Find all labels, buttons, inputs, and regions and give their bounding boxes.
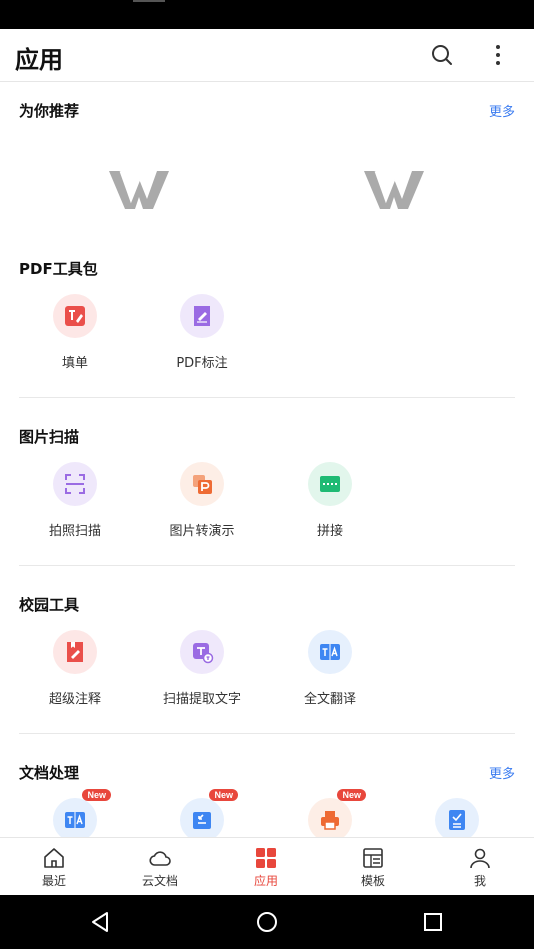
bottom-nav: 最近 云文档 应用 模板 我 <box>0 837 534 895</box>
recents-square-icon[interactable] <box>419 908 447 936</box>
tool-doc-export[interactable]: New <box>147 789 257 837</box>
fill-form-icon <box>65 306 85 326</box>
section-title-pdf: PDF工具包 <box>19 260 98 278</box>
page-title: 应用 <box>15 46 63 74</box>
nav-item-cloud-docs[interactable]: 云文档 <box>107 838 213 896</box>
recommend-more-link[interactable]: 更多 <box>489 101 515 120</box>
status-indicator <box>133 0 165 2</box>
system-nav-bar <box>0 895 534 949</box>
pdf-annotate-icon <box>194 306 210 326</box>
super-annotate-icon <box>67 642 83 662</box>
new-badge: New <box>82 789 111 801</box>
section-title-campus: 校园工具 <box>19 596 80 614</box>
printer-icon <box>321 811 339 830</box>
tool-scan-extract-text[interactable]: 扫描提取文字 <box>147 630 257 707</box>
back-icon[interactable] <box>87 908 115 936</box>
home-icon <box>44 848 64 868</box>
tool-image-to-slides[interactable]: 图片转演示 <box>147 462 257 539</box>
wps-logo-placeholder-icon[interactable] <box>362 167 426 213</box>
tool-doc-translate[interactable]: New <box>20 789 130 837</box>
section-title-scan: 图片扫描 <box>19 428 80 446</box>
status-bar <box>0 0 534 29</box>
tool-fill-form[interactable]: 填单 <box>20 294 130 371</box>
new-badge: New <box>337 789 366 801</box>
section-title-recommend: 为你推荐 <box>19 102 80 120</box>
app-bar: 应用 <box>0 29 534 82</box>
tool-stitch[interactable]: 拼接 <box>275 462 385 539</box>
home-circle-icon[interactable] <box>253 908 281 936</box>
tool-doc-check[interactable] <box>402 798 512 837</box>
pdf-section: PDF工具包 填单 PDF标注 <box>0 243 534 398</box>
wps-logo-placeholder-icon[interactable] <box>107 167 171 213</box>
tool-photo-scan[interactable]: 拍照扫描 <box>20 462 130 539</box>
template-icon <box>363 848 383 868</box>
recommend-section: 为你推荐 更多 <box>0 83 534 243</box>
tool-full-translate[interactable]: 全文翻译 <box>275 630 385 707</box>
nav-item-recent[interactable]: 最近 <box>1 838 107 896</box>
search-icon[interactable] <box>428 41 456 69</box>
translate-icon <box>65 812 85 828</box>
stitch-icon <box>320 476 340 492</box>
docs-more-link[interactable]: 更多 <box>489 763 515 782</box>
tool-pdf-annotate[interactable]: PDF标注 <box>147 294 257 371</box>
tool-super-annotate[interactable]: 超级注释 <box>20 630 130 707</box>
scan-extract-text-icon <box>193 643 214 664</box>
campus-section: 校园工具 超级注释 扫描提取文字 全文翻译 <box>0 566 534 734</box>
image-to-slides-icon <box>193 475 212 494</box>
apps-grid-icon <box>256 848 276 868</box>
app-content[interactable]: 为你推荐 更多 PDF工具包 填单 PDF标注 图片扫描 拍照扫描 图片转演示 … <box>0 83 534 837</box>
export-doc-icon <box>193 812 211 829</box>
translate-icon <box>320 644 340 660</box>
section-title-docs: 文档处理 <box>19 764 80 782</box>
photo-scan-icon <box>65 474 85 494</box>
tool-doc-print[interactable]: New <box>275 789 385 837</box>
docs-section: 文档处理 更多 New New New <box>0 734 534 837</box>
nav-item-templates[interactable]: 模板 <box>320 838 426 896</box>
doc-check-icon <box>449 810 465 830</box>
scan-section: 图片扫描 拍照扫描 图片转演示 拼接 <box>0 398 534 566</box>
new-badge: New <box>209 789 238 801</box>
user-icon <box>470 848 490 869</box>
more-vertical-icon[interactable] <box>484 41 512 69</box>
cloud-icon <box>149 851 171 866</box>
nav-item-apps[interactable]: 应用 <box>213 838 319 896</box>
nav-item-me[interactable]: 我 <box>427 838 533 896</box>
